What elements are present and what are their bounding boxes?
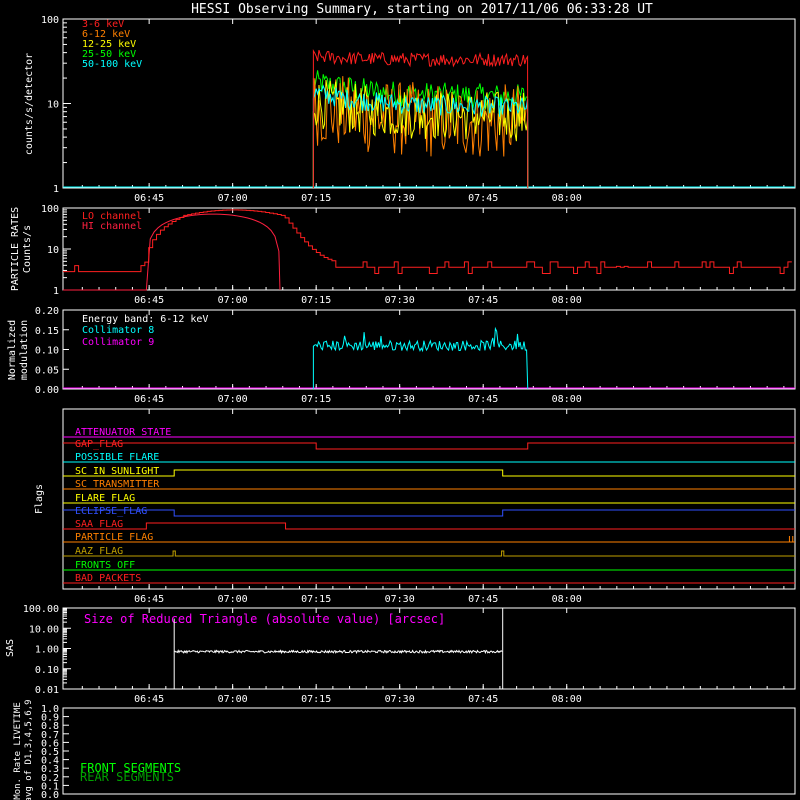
counts-frame xyxy=(62,18,796,189)
sas-panel: SAS Size of Reduced Triangle (absolute v… xyxy=(5,604,796,705)
counts-panel: counts/s/detector 1 10 100 06:45 07:00 07:15… xyxy=(24,15,796,204)
flag-label: ATTENUATOR_STATE xyxy=(75,427,171,438)
sas-series xyxy=(174,649,503,655)
x-tick-label: 07:00 xyxy=(218,193,248,204)
x-tick-label: 07:45 xyxy=(468,193,498,204)
livetime-panel: Mon. Rate LIVETIME avg of D1,3,4,5,6,9 0… xyxy=(13,700,796,800)
y-tick-label: 0.01 xyxy=(35,685,59,696)
livetime-ylabel-line1: Mon. Rate LIVETIME xyxy=(13,702,23,800)
sas-ylabel: SAS xyxy=(5,639,16,657)
x-tick-label: 07:30 xyxy=(385,295,415,306)
modulation-legend-entry: Collimator 8 xyxy=(82,325,154,336)
y-tick-label: 0.00 xyxy=(35,385,59,396)
x-tick-label: 06:45 xyxy=(134,193,164,204)
x-tick-label: 08:00 xyxy=(552,295,582,306)
x-tick-label: 06:45 xyxy=(134,394,164,405)
x-tick-label: 07:30 xyxy=(385,193,415,204)
modulation-panel: Normalized modulation Energy band: 6-12 … xyxy=(7,306,796,405)
flags-ylabel: Flags xyxy=(34,484,45,514)
y-tick-label: 10.00 xyxy=(29,624,59,635)
flag-label: FLARE_FLAG xyxy=(75,493,135,504)
flag-label: BAD_PACKETS xyxy=(75,573,141,584)
chart-title: HESSI Observing Summary, starting on 201… xyxy=(191,2,653,17)
observing-summary-chart: HESSI Observing Summary, starting on 201… xyxy=(5,2,796,800)
flag-label: SAA_FLAG xyxy=(75,519,123,530)
modulation-energy-band: Energy band: 6-12 keV xyxy=(82,314,208,325)
y-tick-label: 100 xyxy=(41,15,59,26)
x-tick-label: 07:45 xyxy=(468,394,498,405)
y-tick-label: 0.10 xyxy=(35,346,59,357)
flag-label: PARTICLE_FLAG xyxy=(75,532,153,543)
particle-panel: PARTICLE RATES Counts/s 1 10 100 06:45 07:0… xyxy=(10,204,796,306)
flags-frame xyxy=(62,408,796,590)
modulation-ylabel-line1: Normalized xyxy=(7,320,18,380)
flag-label: SC_IN_SUNLIGHT xyxy=(75,466,159,477)
sas-annotation: Size of Reduced Triangle (absolute value… xyxy=(84,612,445,626)
y-tick-label: 1 xyxy=(53,184,59,195)
particle-lo-channel xyxy=(63,209,792,275)
x-tick-label: 07:15 xyxy=(301,594,331,605)
flag-label: SC_TRANSMITTER xyxy=(75,479,160,490)
flags-panel: Flags 06:45 07:00 07:15 07:30 07:45 08:00 ATT… xyxy=(34,408,796,605)
modulation-collimator-8 xyxy=(312,326,529,390)
x-tick-label: 07:00 xyxy=(218,694,248,705)
x-tick-label: 07:00 xyxy=(218,594,248,605)
modulation-ylabel-line2: modulation xyxy=(19,320,30,380)
x-tick-label: 07:15 xyxy=(301,394,331,405)
flag-label: POSSIBLE_FLARE xyxy=(75,452,159,463)
y-tick-label: 0.05 xyxy=(35,365,59,376)
flag-line xyxy=(63,509,795,517)
x-tick-label: 07:15 xyxy=(301,193,331,204)
x-tick-label: 08:00 xyxy=(552,394,582,405)
flag-label: GAP_FLAG xyxy=(75,439,123,450)
y-tick-label: 0.10 xyxy=(35,665,59,676)
particle-legend-entry: HI channel xyxy=(82,221,142,232)
flag-line xyxy=(63,522,795,530)
flag-label: ECLIPSE_FLAG xyxy=(75,506,147,517)
x-tick-label: 07:15 xyxy=(301,694,331,705)
livetime-legend-entry: REAR SEGMENTS xyxy=(80,770,174,784)
counts-ylabel: counts/s/detector xyxy=(24,53,35,155)
x-tick-label: 07:45 xyxy=(468,295,498,306)
flag-line xyxy=(63,469,795,477)
x-tick-label: 06:45 xyxy=(134,295,164,306)
y-tick-label: 100.00 xyxy=(23,604,59,615)
x-tick-label: 07:45 xyxy=(468,594,498,605)
x-tick-label: 06:45 xyxy=(134,694,164,705)
x-tick-label: 07:30 xyxy=(385,394,415,405)
y-tick-label: 10 xyxy=(47,245,59,256)
y-tick-label: 1.00 xyxy=(35,645,59,656)
x-tick-label: 07:45 xyxy=(468,694,498,705)
x-tick-label: 07:30 xyxy=(385,594,415,605)
livetime-ylabel-line2: avg of D1,3,4,5,6,9 xyxy=(24,700,34,800)
x-tick-label: 07:30 xyxy=(385,694,415,705)
particle-ylabel-line1: PARTICLE RATES xyxy=(10,207,21,291)
x-tick-label: 08:00 xyxy=(552,193,582,204)
y-tick-label: 0.15 xyxy=(35,326,59,337)
y-tick-label: 100 xyxy=(41,204,59,215)
y-tick-label: 10 xyxy=(47,100,59,111)
particle-ylabel-line2: Counts/s xyxy=(22,225,33,273)
y-tick-label: 1.0 xyxy=(41,704,59,715)
x-tick-label: 07:00 xyxy=(218,295,248,306)
x-tick-label: 06:45 xyxy=(134,594,164,605)
flag-line xyxy=(63,442,795,450)
x-tick-label: 08:00 xyxy=(552,694,582,705)
modulation-legend-entry: Collimator 9 xyxy=(82,337,154,348)
x-tick-label: 07:00 xyxy=(218,394,248,405)
y-tick-label: 0.20 xyxy=(35,306,59,317)
flag-label: AAZ_FLAG xyxy=(75,546,123,557)
flag-line xyxy=(63,550,795,557)
y-tick-label: 1 xyxy=(53,286,59,297)
x-tick-label: 07:15 xyxy=(301,295,331,306)
counts-legend-entry: 50-100 keV xyxy=(82,59,142,70)
x-tick-label: 08:00 xyxy=(552,594,582,605)
flag-label: FRONTS_OFF xyxy=(75,560,135,571)
